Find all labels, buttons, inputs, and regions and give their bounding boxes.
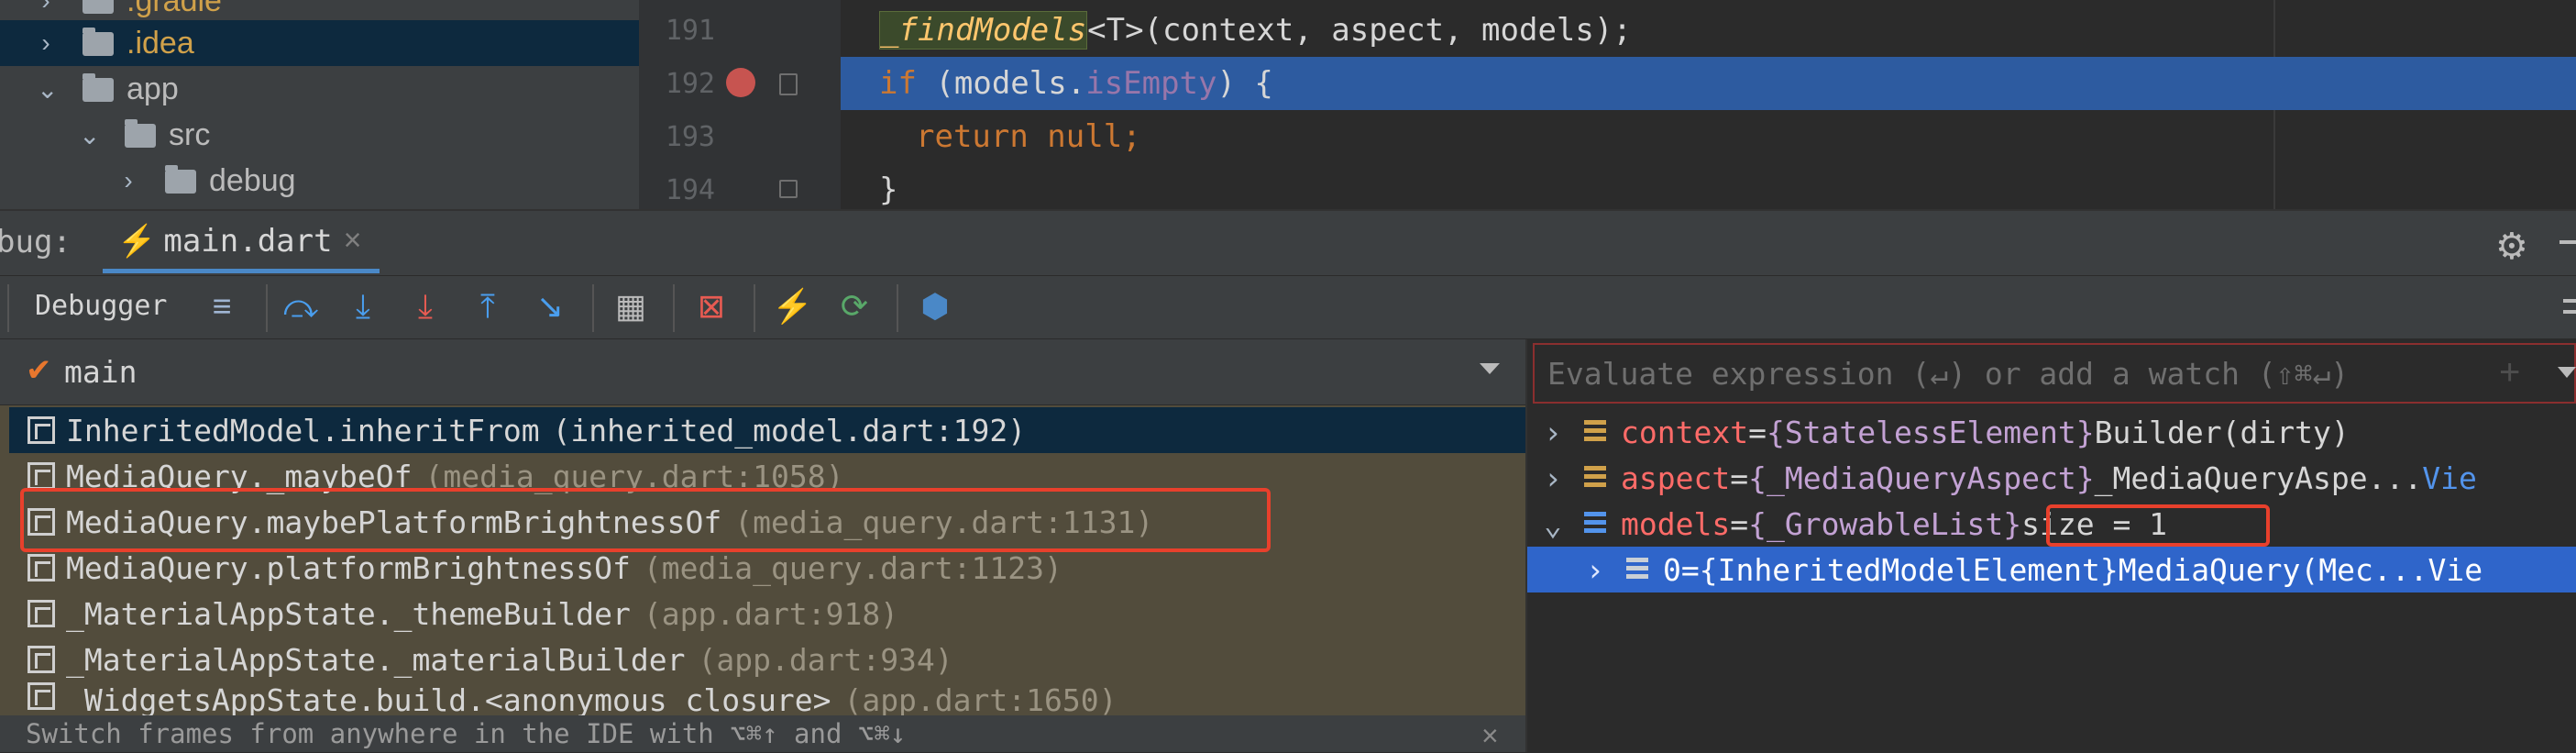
frame-row[interactable]: _MaterialAppState._themeBuilder (app.dart… bbox=[9, 591, 1525, 637]
dart-devtools-icon[interactable]: ⬢ bbox=[915, 288, 955, 325]
chevron-right-icon[interactable]: › bbox=[119, 166, 138, 195]
frame-icon bbox=[28, 682, 55, 710]
folder-icon bbox=[83, 73, 114, 102]
minimize-icon[interactable] bbox=[2559, 240, 2576, 244]
highlight-box bbox=[2046, 504, 2270, 547]
evaluate-icon[interactable]: ▦ bbox=[611, 288, 651, 325]
code-line-192-current[interactable]: if (models. isEmpty) { bbox=[841, 57, 2576, 110]
close-tip-icon[interactable]: × bbox=[1481, 719, 1499, 753]
menu-icon[interactable]: ≡ bbox=[202, 288, 242, 325]
field-icon bbox=[1584, 420, 1606, 444]
view-link[interactable]: Vie bbox=[2427, 552, 2482, 588]
highlight-box bbox=[20, 488, 1271, 552]
frame-icon bbox=[28, 646, 55, 673]
variable-row[interactable]: › context = {StatelessElement} Builder(di… bbox=[1527, 409, 2576, 455]
variable-row-selected[interactable]: › 0 = {InheritedModelElement} MediaQuery(… bbox=[1527, 547, 2576, 592]
frame-icon bbox=[28, 416, 55, 444]
fold-icon[interactable] bbox=[779, 73, 798, 95]
line-number: 191 bbox=[665, 15, 715, 47]
add-watch-icon[interactable]: + bbox=[2499, 352, 2520, 393]
chevron-right-icon[interactable]: › bbox=[37, 0, 55, 16]
thread-name: main bbox=[64, 354, 138, 390]
breakpoint-icon[interactable] bbox=[726, 68, 755, 97]
tree-item-idea[interactable]: › .idea bbox=[0, 20, 639, 66]
force-step-into-icon[interactable]: ⤓ bbox=[405, 288, 446, 325]
frame-row[interactable]: _MaterialAppState._materialBuilder (app.d… bbox=[9, 637, 1525, 682]
folder-icon bbox=[165, 165, 196, 194]
chevron-right-icon[interactable]: › bbox=[1544, 460, 1584, 496]
chevron-right-icon[interactable]: › bbox=[1544, 415, 1584, 450]
layout-icon[interactable] bbox=[2563, 299, 2576, 314]
code-line-191[interactable]: _findModels <T>(context, aspect, models); bbox=[841, 4, 2576, 57]
evaluate-expression-input[interactable]: Evaluate expression (↵) or add a watch (… bbox=[1533, 343, 2576, 404]
debug-tab-bar bbox=[0, 209, 2576, 275]
run-to-cursor-icon[interactable]: ↘ bbox=[530, 288, 570, 325]
step-out-icon[interactable]: ⤒ bbox=[468, 288, 508, 325]
frames-tip: Switch frames from anywhere in the IDE w… bbox=[0, 715, 1525, 752]
line-number: 193 bbox=[665, 121, 715, 153]
view-link[interactable]: Vie bbox=[2422, 460, 2477, 496]
field-icon bbox=[1584, 466, 1606, 490]
fold-end-icon[interactable] bbox=[779, 180, 798, 198]
frame-row[interactable]: InheritedModel.inheritFrom (inherited_mod… bbox=[9, 407, 1525, 453]
chevron-down-icon[interactable]: ⌄ bbox=[1544, 506, 1584, 542]
field-icon bbox=[1626, 558, 1648, 581]
frame-icon bbox=[28, 462, 55, 490]
step-into-icon[interactable]: ⤓ bbox=[343, 288, 383, 325]
hot-restart-icon[interactable]: ⟳ bbox=[834, 288, 875, 325]
tab-main-dart[interactable]: ⚡ main.dart × bbox=[103, 213, 380, 273]
project-tree: › .gradle › .idea ⌄ app ⌄ src › debug bbox=[0, 0, 639, 209]
tree-item-app[interactable]: ⌄ app bbox=[0, 66, 639, 112]
folder-icon bbox=[125, 119, 156, 148]
tree-item-debug[interactable]: › debug bbox=[0, 158, 639, 204]
chevron-down-icon[interactable] bbox=[1480, 363, 1500, 374]
code-line-193[interactable]: return null; bbox=[841, 110, 2576, 163]
frame-icon bbox=[28, 554, 55, 581]
debugger-tab-label[interactable]: Debugger bbox=[35, 290, 168, 322]
line-number: 192 bbox=[665, 68, 715, 100]
hot-reload-icon[interactable]: ⚡ bbox=[772, 288, 813, 325]
watch-dropdown-icon[interactable] bbox=[2558, 367, 2576, 378]
check-icon: ✔ bbox=[26, 353, 52, 388]
chevron-down-icon[interactable]: ⌄ bbox=[37, 74, 58, 105]
frame-icon bbox=[28, 600, 55, 627]
drop-frame-icon[interactable]: ⊠ bbox=[691, 288, 732, 325]
debugger-toolbar bbox=[0, 275, 2576, 339]
gear-icon[interactable]: ⚙ bbox=[2495, 226, 2528, 268]
close-icon[interactable]: × bbox=[344, 223, 362, 259]
flutter-icon: ⚡ bbox=[117, 223, 157, 259]
tree-item-src[interactable]: ⌄ src bbox=[0, 112, 639, 158]
thread-selector[interactable] bbox=[0, 339, 1525, 405]
frame-row[interactable]: _WidgetsAppState.build.<anonymous closur… bbox=[9, 682, 1525, 715]
variable-row[interactable]: › aspect = {_MediaQueryAspect} _MediaQuer… bbox=[1527, 455, 2576, 501]
list-icon bbox=[1584, 512, 1606, 536]
chevron-right-icon[interactable]: › bbox=[37, 28, 55, 58]
line-number: 194 bbox=[665, 174, 715, 206]
folder-icon bbox=[83, 0, 114, 14]
folder-icon bbox=[83, 28, 114, 56]
chevron-right-icon[interactable]: › bbox=[1586, 552, 1626, 588]
step-over-icon[interactable]: ⤼ bbox=[281, 288, 321, 325]
debug-window-title: bug: bbox=[0, 224, 72, 260]
chevron-down-icon[interactable]: ⌄ bbox=[79, 120, 100, 150]
